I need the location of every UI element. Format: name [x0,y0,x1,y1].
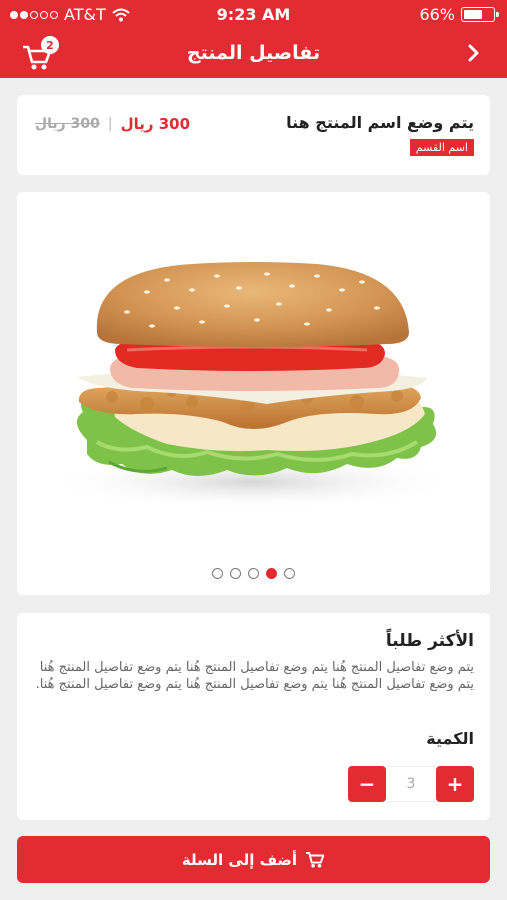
carousel-dot[interactable] [230,568,241,579]
chevron-right-icon [468,44,479,62]
app-header: AT&T 9:23 AM 66% تفاصيل المنتج 2 [0,0,507,78]
carousel-dot[interactable] [266,568,277,579]
carousel-dot[interactable] [284,568,295,579]
price-divider: | [107,116,113,132]
category-badge[interactable]: اسم القسم [409,139,474,156]
add-to-cart-button[interactable]: أضف إلى السلة [17,836,490,883]
product-image [43,262,463,510]
cart-count-badge: 2 [41,36,59,54]
quantity-value[interactable]: 3 [386,766,436,802]
carousel-pagination[interactable] [17,568,490,579]
page-title: تفاصيل المنتج [186,42,321,64]
price-block: 300 ريال | 300 ريال [35,115,190,133]
status-bar: AT&T 9:23 AM 66% [0,0,507,30]
product-name: يتم وضع اسم المنتج هنا [286,113,474,132]
section-title: الأكثر طلباً [385,631,474,651]
back-button[interactable] [459,38,489,68]
cart-button[interactable]: 2 [22,36,62,72]
decrease-quantity-button[interactable]: − [348,766,386,802]
quantity-stepper[interactable]: − 3 + [348,766,474,802]
product-header-card: يتم وضع اسم المنتج هنا اسم القسم 300 ريا… [17,95,490,175]
cart-icon [306,851,325,868]
product-description: يتم وضع تفاصيل المنتج هُنا يتم وضع تفاصي… [35,660,474,692]
product-details-card: الأكثر طلباً يتم وضع تفاصيل المنتج هُنا … [17,613,490,820]
current-price: 300 ريال [120,115,191,133]
add-to-cart-label: أضف إلى السلة [181,850,298,869]
battery-icon [461,7,499,22]
old-price: 300 ريال [35,116,100,132]
increase-quantity-button[interactable]: + [436,766,474,802]
quantity-label: الكمية [426,729,474,748]
product-image-carousel[interactable] [17,192,490,595]
carousel-dot[interactable] [212,568,223,579]
carousel-dot[interactable] [248,568,259,579]
navigation-bar: تفاصيل المنتج 2 [0,32,507,76]
battery-percent: 66% [419,5,455,24]
